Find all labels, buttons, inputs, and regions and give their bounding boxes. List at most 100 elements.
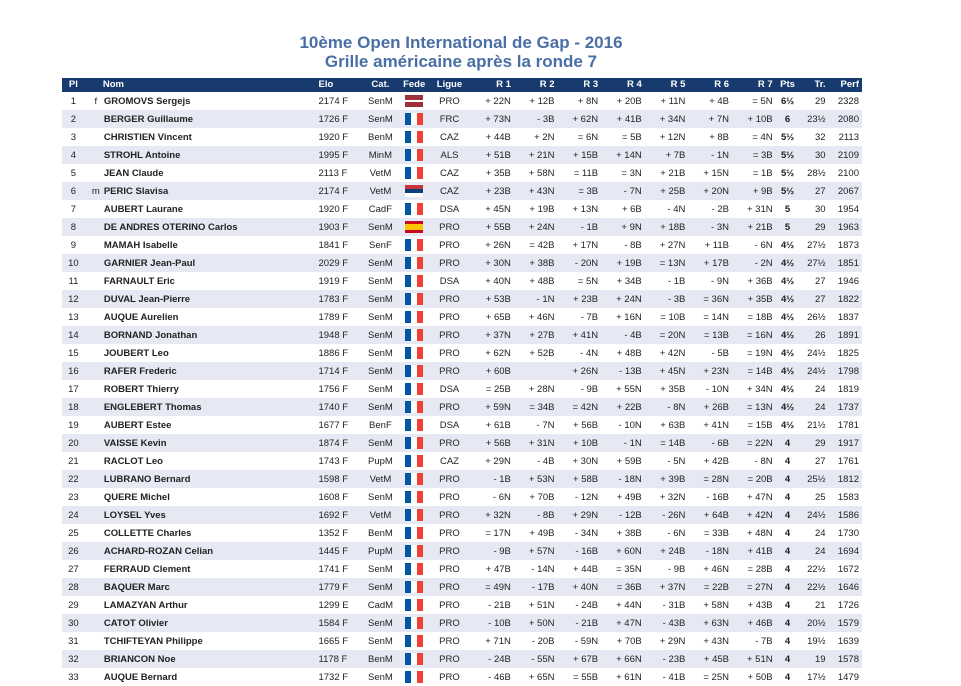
- round-3-cell: + 23B: [573, 293, 599, 305]
- round-1-cell: - 9B: [493, 545, 511, 557]
- name-cell: RACLOT Leo: [85, 452, 316, 470]
- round-4-cell: + 9N: [621, 221, 642, 233]
- table-row[interactable]: 25 COLLETTE Charles 1352 F BenM PRO = 17N + 49…: [62, 524, 862, 542]
- col-header-cat[interactable]: Cat.: [361, 78, 399, 92]
- table-row[interactable]: 18 ENGLEBERT Thomas 1740 F SenM PRO + 59N = 34…: [62, 398, 862, 416]
- table-row[interactable]: 7 AUBERT Laurane 1920 F CadF DSA + 45N + 19B + …: [62, 200, 862, 218]
- elo-cell: 1299 E: [318, 599, 349, 611]
- flag-icon-fra: [405, 599, 424, 611]
- round-3-cell: + 29N: [572, 509, 599, 521]
- round-5-cell: = 14B: [660, 437, 686, 449]
- col-header-r2[interactable]: R 2: [514, 78, 558, 92]
- federation-cell: [400, 344, 429, 362]
- col-header-perf[interactable]: Perf: [829, 78, 862, 92]
- place-cell: 24: [68, 509, 79, 521]
- table-row[interactable]: 22 LUBRANO Bernard 1598 F VetM PRO - 1B + 53N +…: [62, 470, 862, 488]
- table-row[interactable]: 3 CHRISTIEN Vincent 1920 F BenM CAZ + 44B + 2N…: [62, 128, 862, 146]
- elo-cell: 2029 F: [318, 257, 349, 269]
- round-2-cell: + 70B: [529, 491, 555, 503]
- table-row[interactable]: 32 BRIANCON Noe 1178 F BenM PRO - 24B - 55N + 6…: [62, 650, 862, 668]
- round-6-cell: - 18N: [705, 545, 729, 557]
- player-name: TCHIFTEYAN Philippe: [103, 635, 203, 647]
- category-cell: SenM: [367, 671, 393, 683]
- table-row[interactable]: 27 FERRAUD Clement 1741 F SenM PRO + 47B - 14N…: [62, 560, 862, 578]
- table-row[interactable]: 26 ACHARD-ROZAN Celian 1445 F PupM PRO - 9B + …: [62, 542, 862, 560]
- name-cell: LUBRANO Bernard: [85, 470, 316, 488]
- player-name: QUERE Michel: [103, 491, 170, 503]
- points-cell: 4: [784, 473, 791, 485]
- federation-cell: [400, 236, 429, 254]
- col-header-elo[interactable]: Elo: [315, 78, 361, 92]
- round-1-cell: + 71N: [485, 635, 511, 647]
- col-header-nom[interactable]: Nom: [85, 78, 316, 92]
- table-row[interactable]: 23 QUERE Michel 1608 F SenM PRO - 6N + 70B - 12…: [62, 488, 862, 506]
- category-cell: SenM: [367, 617, 393, 629]
- table-row[interactable]: 24 LOYSEL Yves 1692 F VetM PRO + 32N - 8B + 29N…: [62, 506, 862, 524]
- col-header-fede[interactable]: Fede: [400, 78, 429, 92]
- round-1-cell: + 30N: [485, 257, 511, 269]
- col-header-r1[interactable]: R 1: [470, 78, 514, 92]
- round-5-cell: = 10B: [660, 311, 686, 323]
- table-row[interactable]: 31 TCHIFTEYAN Philippe 1665 F SenM PRO + 71N -…: [62, 632, 862, 650]
- table-row[interactable]: 20 VAISSE Kevin 1874 F SenM PRO + 56B + 31N + 1…: [62, 434, 862, 452]
- table-row[interactable]: 16 RAFER Frederic 1714 F SenM PRO + 60B + 26N -…: [62, 362, 862, 380]
- table-row[interactable]: 33 AUQUE Bernard 1732 F SenM PRO - 46B + 65N = …: [62, 668, 862, 686]
- table-row[interactable]: 17 ROBERT Thierry 1756 F SenM DSA = 25B + 28N -…: [62, 380, 862, 398]
- table-row[interactable]: 9 MAMAH Isabelle 1841 F SenF PRO + 26N = 42B + …: [62, 236, 862, 254]
- round-7-cell: + 50B: [747, 671, 773, 683]
- player-name: VAISSE Kevin: [103, 437, 167, 449]
- round-1-cell: - 10B: [488, 617, 511, 629]
- col-header-pts[interactable]: Pts: [776, 78, 800, 92]
- table-row[interactable]: 19 AUBERT Estee 1677 F BenF DSA + 61B - 7N + 56…: [62, 416, 862, 434]
- table-row[interactable]: 6 m PERIC Slavisa 2174 F VetM CAZ + 23B + 43N = …: [62, 182, 862, 200]
- place-cell: 2: [70, 113, 77, 125]
- col-header-r6[interactable]: R 6: [688, 78, 732, 92]
- table-row[interactable]: 8 DE ANDRES OTERINO Carlos 1903 F SenM PRO + …: [62, 218, 862, 236]
- col-header-r4[interactable]: R 4: [601, 78, 645, 92]
- name-cell: DUVAL Jean-Pierre: [85, 290, 316, 308]
- table-row[interactable]: 15 JOUBERT Leo 1886 F SenM PRO + 62N + 52B - 4N…: [62, 344, 862, 362]
- league-cell: PRO: [439, 437, 460, 449]
- col-header-tr[interactable]: Tr.: [800, 78, 829, 92]
- place-cell: 33: [68, 671, 79, 683]
- round-4-cell: + 20B: [616, 95, 642, 107]
- table-row[interactable]: 29 LAMAZYAN Arthur 1299 E CadM PRO - 21B + 51N…: [62, 596, 862, 614]
- table-row[interactable]: 14 BORNAND Jonathan 1948 F SenM PRO + 37N + 27…: [62, 326, 862, 344]
- tiebreak-cell: 27½: [807, 239, 826, 251]
- table-row[interactable]: 28 BAQUER Marc 1779 F SenM PRO = 49N - 17B + 40…: [62, 578, 862, 596]
- tiebreak-cell: 23½: [807, 113, 826, 125]
- league-cell: CAZ: [439, 167, 459, 179]
- table-row[interactable]: 30 CATOT Olivier 1584 F SenM PRO - 10B + 50N - …: [62, 614, 862, 632]
- table-row[interactable]: 10 GARNIER Jean-Paul 2029 F SenM PRO + 30N + 3…: [62, 254, 862, 272]
- player-name: CHRISTIEN Vincent: [103, 131, 192, 143]
- round-2-cell: + 24N: [528, 221, 555, 233]
- category-cell: SenF: [369, 239, 392, 251]
- round-2-cell: + 38B: [529, 257, 555, 269]
- performance-cell: 1917: [837, 437, 859, 449]
- table-row[interactable]: 1 f GROMOVS Sergejs 2174 F SenM PRO + 22N + 12B…: [62, 92, 862, 110]
- table-row[interactable]: 2 BERGER Guillaume 1726 F SenM FRC + 73N - 3B +…: [62, 110, 862, 128]
- table-row[interactable]: 12 DUVAL Jean-Pierre 1783 F SenM PRO + 53B - 1…: [62, 290, 862, 308]
- col-header-r7[interactable]: R 7: [732, 78, 776, 92]
- col-header-r3[interactable]: R 3: [558, 78, 602, 92]
- league-cell: CAZ: [439, 455, 459, 467]
- name-cell: FERRAUD Clement: [85, 560, 316, 578]
- round-6-cell: - 1N: [711, 149, 729, 161]
- round-1-cell: + 55B: [485, 221, 511, 233]
- col-header-ligue[interactable]: Ligue: [429, 78, 471, 92]
- flag-icon-fra: [405, 131, 424, 143]
- elo-cell: 1789 F: [318, 311, 349, 323]
- round-7-cell: = 1B: [752, 167, 773, 179]
- table-row[interactable]: 11 FARNAULT Eric 1919 F SenM DSA + 40N + 48B = …: [62, 272, 862, 290]
- category-cell: BenM: [367, 653, 393, 665]
- table-row[interactable]: 13 AUQUE Aurelien 1789 F SenM PRO + 65B + 46N -…: [62, 308, 862, 326]
- round-2-cell: + 31N: [528, 437, 555, 449]
- col-header-pl[interactable]: Pl: [62, 78, 85, 92]
- table-row[interactable]: 4 STROHL Antoine 1995 F MinM ALS + 51B + 21N + …: [62, 146, 862, 164]
- col-header-r5[interactable]: R 5: [645, 78, 689, 92]
- round-6-cell: - 2B: [711, 203, 729, 215]
- table-row[interactable]: 21 RACLOT Leo 1743 F PupM CAZ + 29N - 4B + 30N +…: [62, 452, 862, 470]
- table-row[interactable]: 5 JEAN Claude 2113 F VetM CAZ + 35B + 58N = 11B…: [62, 164, 862, 182]
- flag-icon-fra: [405, 383, 424, 395]
- points-cell: 4: [784, 491, 791, 503]
